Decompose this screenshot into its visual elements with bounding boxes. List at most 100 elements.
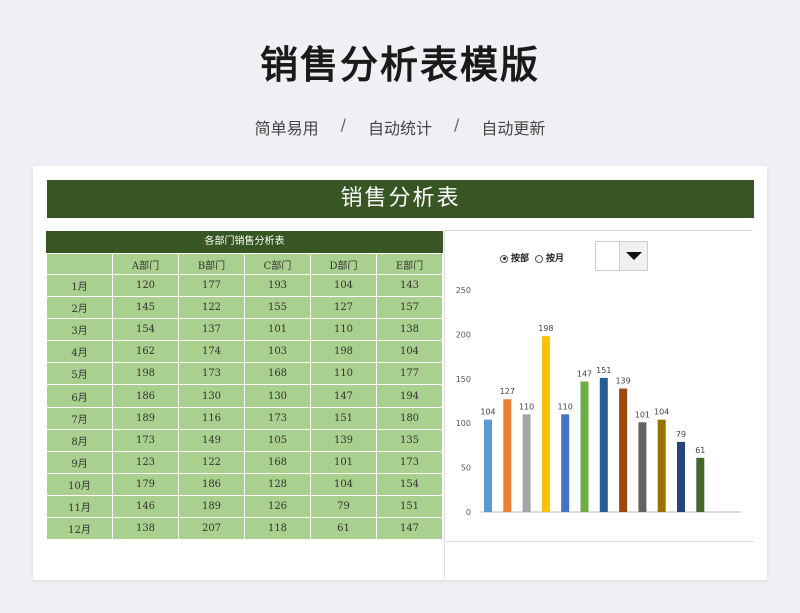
value-cell[interactable]: 138 bbox=[376, 318, 443, 342]
value-cell[interactable]: 146 bbox=[112, 494, 179, 519]
value-cell[interactable]: 103 bbox=[244, 340, 311, 364]
value-cell[interactable]: 154 bbox=[376, 472, 443, 496]
value-cell[interactable]: 177 bbox=[376, 362, 443, 386]
value-cell[interactable]: 149 bbox=[178, 428, 245, 452]
bar-data-label: 61 bbox=[695, 446, 705, 455]
value-cell[interactable]: 168 bbox=[244, 450, 311, 474]
value-cell[interactable]: 186 bbox=[112, 384, 179, 408]
value-cell[interactable]: 130 bbox=[244, 384, 311, 408]
value-cell[interactable]: 157 bbox=[376, 296, 443, 320]
value-cell[interactable]: 126 bbox=[244, 494, 311, 519]
value-cell[interactable]: 135 bbox=[376, 428, 443, 452]
value-cell[interactable]: 122 bbox=[178, 296, 245, 320]
value-cell[interactable]: 173 bbox=[112, 428, 179, 452]
bar-3月[interactable] bbox=[522, 414, 531, 512]
value-cell[interactable]: 139 bbox=[310, 428, 377, 452]
value-cell[interactable]: 120 bbox=[112, 273, 179, 298]
bar-9月[interactable] bbox=[638, 422, 647, 512]
value-cell[interactable]: 179 bbox=[112, 472, 179, 496]
value-cell[interactable]: 138 bbox=[112, 517, 179, 541]
month-cell[interactable]: 6月 bbox=[46, 384, 113, 408]
value-cell[interactable]: 118 bbox=[244, 517, 311, 541]
dept-select-dropdown[interactable] bbox=[595, 241, 648, 271]
month-cell[interactable]: 2月 bbox=[46, 296, 113, 320]
column-header: C部门 bbox=[244, 253, 311, 275]
value-cell[interactable]: 147 bbox=[376, 517, 443, 541]
y-tick-label: 100 bbox=[456, 419, 471, 428]
bar-10月[interactable] bbox=[657, 419, 666, 512]
month-cell[interactable]: 4月 bbox=[46, 340, 113, 364]
value-cell[interactable]: 189 bbox=[112, 406, 179, 430]
value-cell[interactable]: 130 bbox=[178, 384, 245, 408]
bar-5月[interactable] bbox=[561, 414, 570, 512]
bar-1月[interactable] bbox=[484, 419, 492, 512]
bar-4月[interactable] bbox=[541, 336, 550, 512]
value-cell[interactable]: 61 bbox=[310, 517, 377, 541]
value-cell[interactable]: 145 bbox=[112, 296, 179, 320]
table-row: 5月 198 173 168 110 177 bbox=[46, 362, 443, 386]
value-cell[interactable]: 137 bbox=[178, 318, 245, 342]
value-cell[interactable]: 198 bbox=[112, 362, 179, 386]
bar-7月[interactable] bbox=[599, 377, 608, 512]
value-cell[interactable]: 174 bbox=[178, 340, 245, 364]
table-row: 12月 138 207 118 61 147 bbox=[46, 517, 443, 541]
y-tick-label: 0 bbox=[466, 508, 471, 517]
value-cell[interactable]: 104 bbox=[310, 472, 377, 496]
value-cell[interactable]: 127 bbox=[310, 296, 377, 320]
month-cell[interactable]: 5月 bbox=[46, 362, 113, 386]
table-row: 6月 186 130 130 147 194 bbox=[46, 384, 443, 408]
value-cell[interactable]: 180 bbox=[376, 406, 443, 430]
value-cell[interactable]: 155 bbox=[244, 296, 311, 320]
value-cell[interactable]: 154 bbox=[112, 318, 179, 342]
radio-unselected-icon bbox=[535, 254, 544, 263]
sheet-banner: 销售分析表 bbox=[47, 180, 754, 218]
bar-12月[interactable] bbox=[696, 457, 705, 512]
radio-by-dept[interactable]: 按部 bbox=[500, 251, 529, 264]
value-cell[interactable]: 122 bbox=[178, 450, 245, 474]
month-cell[interactable]: 11月 bbox=[46, 494, 113, 519]
value-cell[interactable]: 123 bbox=[112, 450, 179, 474]
value-cell[interactable]: 177 bbox=[178, 273, 245, 298]
bar-11月[interactable] bbox=[677, 441, 685, 512]
value-cell[interactable]: 207 bbox=[178, 517, 245, 541]
value-cell[interactable]: 105 bbox=[244, 428, 311, 452]
value-cell[interactable]: 128 bbox=[244, 472, 311, 496]
value-cell[interactable]: 162 bbox=[112, 340, 179, 364]
value-cell[interactable]: 116 bbox=[178, 406, 245, 430]
month-cell[interactable]: 7月 bbox=[46, 406, 113, 430]
value-cell[interactable]: 104 bbox=[310, 273, 377, 298]
value-cell[interactable]: 151 bbox=[376, 494, 443, 519]
value-cell[interactable]: 173 bbox=[376, 450, 443, 474]
value-cell[interactable]: 147 bbox=[310, 384, 377, 408]
value-cell[interactable]: 110 bbox=[310, 362, 377, 386]
value-cell[interactable]: 79 bbox=[310, 494, 377, 519]
value-cell[interactable]: 101 bbox=[310, 450, 377, 474]
month-cell[interactable]: 1月 bbox=[46, 273, 113, 298]
value-cell[interactable]: 168 bbox=[244, 362, 311, 386]
value-cell[interactable]: 110 bbox=[310, 318, 377, 342]
month-cell[interactable]: 12月 bbox=[46, 517, 113, 541]
spreadsheet-preview: 销售分析表 各部门销售分析表 A部门 B部门 C部门 D部门 E部门 1月 120 177 19… bbox=[33, 166, 767, 580]
value-cell[interactable]: 194 bbox=[376, 384, 443, 408]
value-cell[interactable]: 104 bbox=[376, 340, 443, 364]
value-cell[interactable]: 186 bbox=[178, 472, 245, 496]
value-cell[interactable]: 173 bbox=[244, 406, 311, 430]
value-cell[interactable]: 173 bbox=[178, 362, 245, 386]
bar-2月[interactable] bbox=[503, 399, 512, 512]
month-cell[interactable]: 9月 bbox=[46, 450, 113, 474]
value-cell[interactable]: 189 bbox=[178, 494, 245, 519]
value-cell[interactable]: 198 bbox=[310, 340, 377, 364]
bar-8月[interactable] bbox=[619, 388, 628, 512]
y-tick-label: 150 bbox=[456, 375, 471, 384]
value-cell[interactable]: 193 bbox=[244, 273, 311, 298]
month-cell[interactable]: 8月 bbox=[46, 428, 113, 452]
bar-6月[interactable] bbox=[580, 381, 589, 512]
month-cell[interactable]: 10月 bbox=[46, 472, 113, 496]
value-cell[interactable]: 143 bbox=[376, 273, 443, 298]
value-cell[interactable]: 151 bbox=[310, 406, 377, 430]
radio-by-month[interactable]: 按月 bbox=[535, 251, 564, 264]
month-cell[interactable]: 3月 bbox=[46, 318, 113, 342]
dropdown-arrow-icon[interactable] bbox=[619, 242, 647, 270]
table-row: 3月 154 137 101 110 138 bbox=[46, 318, 443, 342]
value-cell[interactable]: 101 bbox=[244, 318, 311, 342]
